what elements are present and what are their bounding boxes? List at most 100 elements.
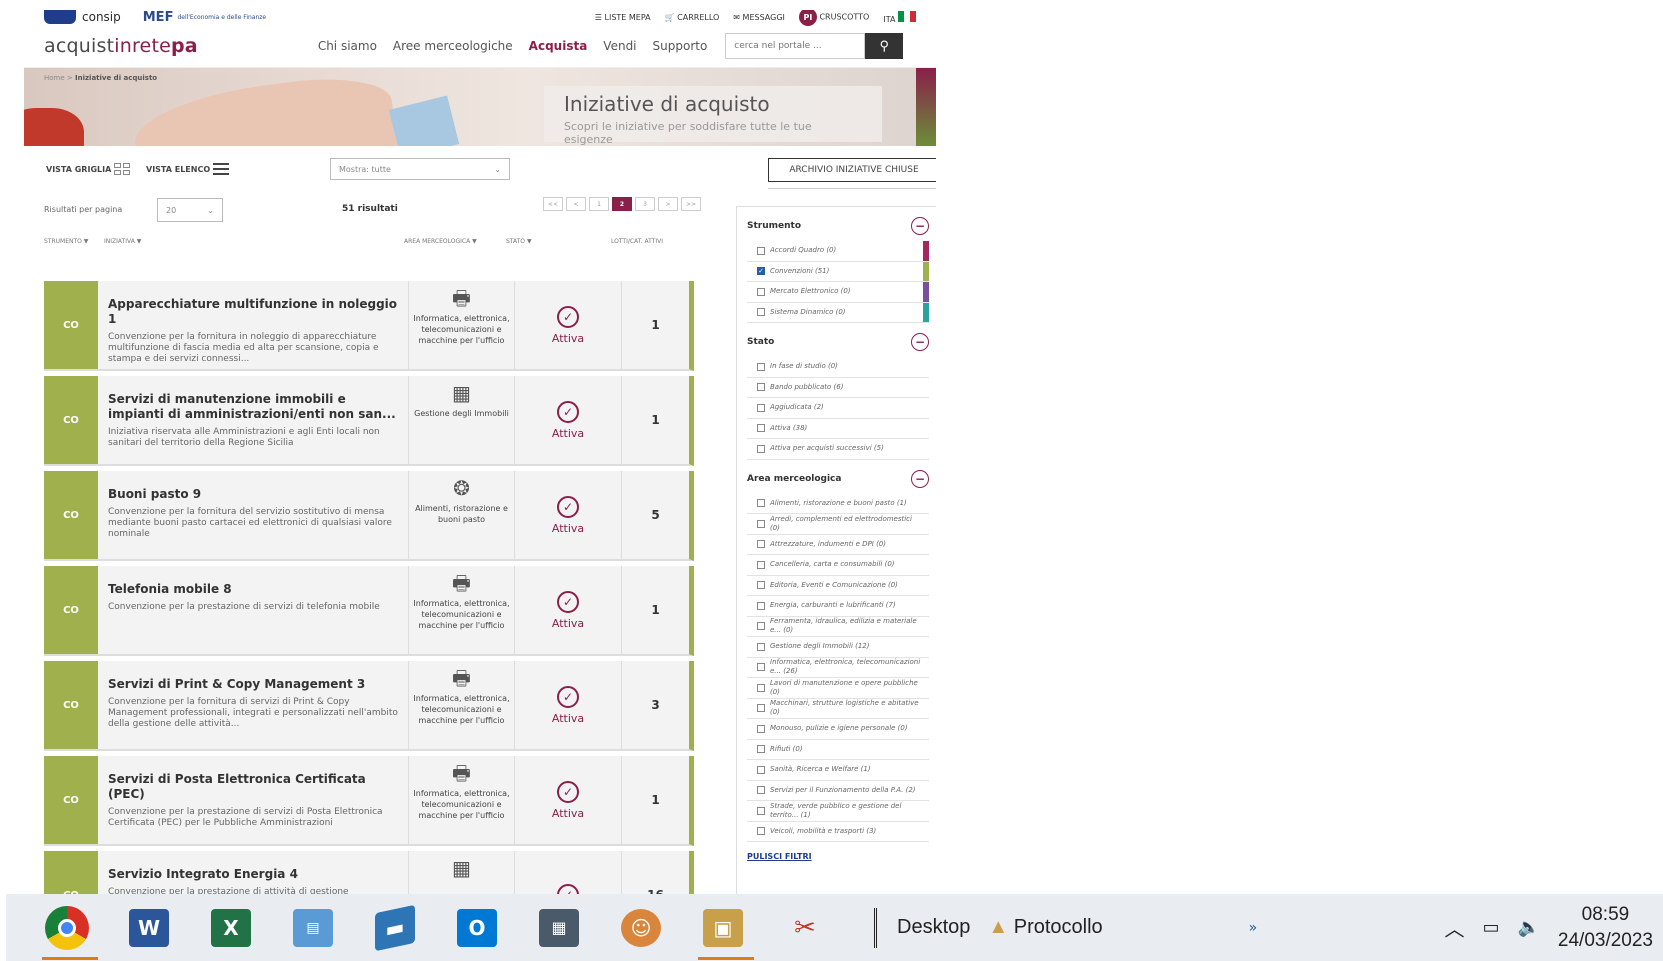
filter-option[interactable]: Aggiudicata (2) bbox=[747, 398, 929, 419]
pulisci-filtri-link[interactable]: PULISCI FILTRI bbox=[747, 852, 929, 861]
filter-option[interactable]: Attiva per acquisti successivi (5) bbox=[747, 439, 929, 460]
breadcrumb-home[interactable]: Home bbox=[44, 74, 65, 82]
checkbox[interactable] bbox=[757, 308, 765, 317]
collapse-icon[interactable]: − bbox=[911, 469, 929, 488]
snipping-tool-icon[interactable]: ✂ bbox=[780, 903, 830, 953]
filter-option[interactable]: Servizi per il Funzionamento della P.A. … bbox=[747, 781, 929, 801]
nav-chi-siamo[interactable]: Chi siamo bbox=[318, 39, 377, 53]
filter-option[interactable]: Strade, verde pubblico e gestione del te… bbox=[747, 801, 929, 822]
protocollo-toolbar[interactable]: ▲ Protocollo bbox=[988, 916, 1102, 939]
language-selector[interactable]: ITA bbox=[883, 10, 916, 24]
filter-option[interactable]: Rifiuti (0) bbox=[747, 740, 929, 760]
initiative-title[interactable]: Servizi di Posta Elettronica Certificata… bbox=[108, 772, 398, 802]
checkbox[interactable] bbox=[757, 704, 765, 713]
checkbox[interactable] bbox=[757, 642, 765, 651]
checkbox[interactable] bbox=[757, 444, 765, 453]
nav-supporto[interactable]: Supporto bbox=[653, 39, 708, 53]
table-row[interactable]: CO Buoni pasto 9 Convenzione per la fornit… bbox=[44, 471, 694, 561]
pager-page-1[interactable]: 1 bbox=[589, 197, 609, 211]
chevron-up-icon[interactable]: ︿ bbox=[1444, 913, 1464, 942]
filter-option[interactable]: Mercato Elettronico (0) bbox=[747, 282, 929, 303]
checkbox[interactable] bbox=[757, 806, 765, 815]
checkbox[interactable] bbox=[757, 601, 765, 610]
filter-option[interactable]: Energia, carburanti e lubrificanti (7) bbox=[747, 596, 929, 617]
mef-logo[interactable]: MEF dell'Economia e delle Finanze bbox=[143, 10, 266, 25]
table-row[interactable]: CO Servizi di Posta Elettronica Certifica… bbox=[44, 756, 694, 846]
pager-page-2[interactable]: 2 bbox=[612, 197, 632, 211]
outlook-icon[interactable]: O bbox=[452, 903, 502, 953]
table-row[interactable]: CO Servizi di Print & Copy Management 3 Co… bbox=[44, 661, 694, 751]
filter-option[interactable]: Cancelleria, carta e consumabili (0) bbox=[747, 555, 929, 576]
table-row[interactable]: CO Servizio Integrato Energia 4 Convenzion… bbox=[44, 851, 694, 896]
checkbox[interactable] bbox=[757, 827, 765, 836]
checkbox[interactable] bbox=[757, 540, 765, 549]
filter-option[interactable]: Alimenti, ristorazione e buoni pasto (1) bbox=[747, 494, 929, 514]
table-row[interactable]: CO Telefonia mobile 8 Convenzione per la p… bbox=[44, 566, 694, 656]
collapse-icon[interactable]: − bbox=[911, 333, 929, 351]
carrello-link[interactable]: 🛒 CARRELLO bbox=[665, 13, 720, 22]
chrome-icon[interactable] bbox=[42, 903, 98, 960]
people-app-icon[interactable]: ☺ bbox=[616, 903, 666, 953]
filter-option[interactable]: Attiva (38) bbox=[747, 419, 929, 439]
checkbox[interactable] bbox=[757, 519, 765, 528]
filter-option[interactable]: Ferramenta, idraulica, edilizia e materi… bbox=[747, 617, 929, 637]
desktop-toolbar[interactable]: Desktop bbox=[897, 916, 970, 939]
toolbar-overflow-icon[interactable]: » bbox=[1249, 920, 1258, 936]
filter-option[interactable]: Monouso, pulizie e igiene personale (0) bbox=[747, 719, 929, 740]
control-panel-icon[interactable]: ▤ bbox=[288, 903, 338, 953]
checkbox[interactable] bbox=[757, 560, 765, 569]
checkbox[interactable] bbox=[757, 383, 765, 392]
pager-page-3[interactable]: 3 bbox=[635, 197, 655, 211]
checkbox[interactable] bbox=[757, 786, 765, 795]
filter-option[interactable]: ✓ Convenzioni (51) bbox=[747, 261, 929, 282]
table-row[interactable]: CO Apparecchiature multifunzione in noleg… bbox=[44, 281, 694, 371]
cruscotto-link[interactable]: PI CRUSCOTTO bbox=[798, 10, 869, 26]
checkbox[interactable] bbox=[757, 663, 765, 672]
filter-option[interactable]: Macchinari, strutture logistiche e abita… bbox=[747, 699, 929, 719]
mostra-select[interactable]: Mostra: tutte ⌄ bbox=[330, 158, 510, 180]
checkbox[interactable] bbox=[757, 362, 765, 371]
table-row[interactable]: CO Servizi di manutenzione immobili e imp… bbox=[44, 376, 694, 466]
checkbox[interactable] bbox=[757, 724, 765, 733]
filter-option[interactable]: Veicoli, mobilità e trasporti (3) bbox=[747, 822, 929, 842]
search-button[interactable]: ⚲ bbox=[865, 32, 904, 59]
checkbox[interactable] bbox=[757, 287, 765, 296]
filter-option[interactable]: Informatica, elettronica, telecomunicazi… bbox=[747, 658, 929, 678]
filter-option[interactable]: Arredi, complementi ed elettrodomestici … bbox=[747, 514, 929, 535]
rpp-select[interactable]: 20 ⌄ bbox=[157, 198, 223, 222]
col-iniziativa[interactable]: INIZIATIVA ▼ bbox=[104, 238, 141, 245]
checkbox[interactable] bbox=[757, 403, 765, 412]
col-area[interactable]: AREA MERCEOLOGICA ▼ bbox=[404, 238, 477, 245]
meet-now-icon[interactable]: ▭ bbox=[1482, 917, 1499, 938]
checkbox[interactable] bbox=[757, 581, 765, 590]
consip-logo[interactable]: consip bbox=[44, 10, 121, 24]
initiative-title[interactable]: Apparecchiature multifunzione in noleggi… bbox=[108, 297, 398, 327]
checkbox[interactable] bbox=[757, 622, 765, 631]
checkbox[interactable] bbox=[757, 683, 765, 692]
clock[interactable]: 08:59 24/03/2023 bbox=[1558, 902, 1653, 954]
calculator-icon[interactable]: ▦ bbox=[534, 903, 584, 953]
pager-first[interactable]: << bbox=[543, 197, 563, 211]
pager-prev[interactable]: < bbox=[566, 197, 586, 211]
excel-icon[interactable]: X bbox=[206, 903, 256, 953]
filter-option[interactable]: In fase di studio (0) bbox=[747, 357, 929, 378]
nav-vendi[interactable]: Vendi bbox=[603, 39, 636, 53]
checkbox[interactable]: ✓ bbox=[757, 267, 765, 276]
filter-option[interactable]: Accordi Quadro (0) bbox=[747, 241, 929, 262]
pager-last[interactable]: >> bbox=[681, 197, 701, 211]
nav-aree-merceologiche[interactable]: Aree merceologiche bbox=[393, 39, 513, 53]
filter-option[interactable]: Lavori di manutenzione e opere pubbliche… bbox=[747, 678, 929, 699]
vista-griglia-toggle[interactable]: VISTA GRIGLIA bbox=[46, 163, 131, 175]
initiative-title[interactable]: Servizi di Print & Copy Management 3 bbox=[108, 677, 398, 692]
initiative-title[interactable]: Servizio Integrato Energia 4 bbox=[108, 867, 398, 882]
volume-icon[interactable]: 🔈 bbox=[1517, 917, 1539, 938]
archivio-button[interactable]: ARCHIVIO INIZIATIVE CHIUSE bbox=[768, 158, 936, 182]
pager-next[interactable]: > bbox=[658, 197, 678, 211]
filter-option[interactable]: Gestione degli Immobili (12) bbox=[747, 637, 929, 658]
liste-mepa-link[interactable]: ☰ LISTE MEPA bbox=[595, 13, 651, 22]
checkbox[interactable] bbox=[757, 499, 765, 508]
checkbox[interactable] bbox=[757, 424, 765, 433]
filter-option[interactable]: Attrezzature, indumenti e DPI (0) bbox=[747, 535, 929, 555]
checkbox[interactable] bbox=[757, 246, 765, 255]
initiative-title[interactable]: Buoni pasto 9 bbox=[108, 487, 398, 502]
